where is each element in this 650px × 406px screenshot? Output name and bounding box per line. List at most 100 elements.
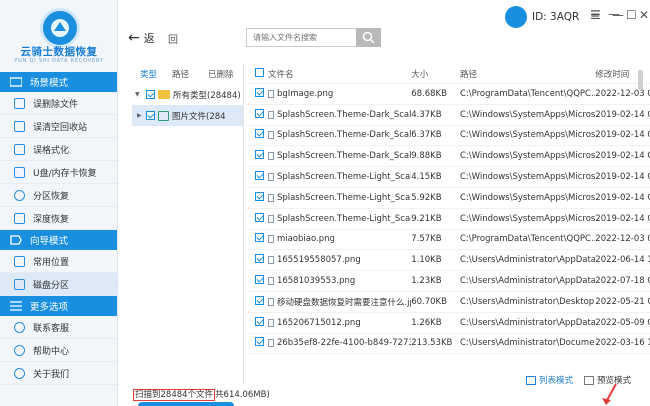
forward-button[interactable]: 回: [168, 31, 178, 46]
table-row[interactable]: SplashScreen.Theme-Light_Scale-1...9.21K…: [246, 209, 650, 230]
search-button[interactable]: [356, 28, 381, 47]
file-table: 文件名 大小 路径 修改时间 bgImage.png 68.68KB C:\Prog…: [246, 64, 650, 358]
file-name: bgImage.png: [276, 88, 334, 99]
table-row[interactable]: SplashScreen.Theme-Light_Scale-1...5.92K…: [246, 188, 650, 209]
row-checkbox[interactable]: [255, 337, 264, 347]
sidebar-item-disk-partition[interactable]: 磁盘分区: [0, 273, 117, 296]
folder-icon: [158, 90, 170, 99]
file-size: 4.37KB: [411, 109, 442, 120]
section-wizard-mode: 向导模式: [0, 230, 117, 250]
table-row[interactable]: SplashScreen.Theme-Dark_Scale-1...6.37KB…: [246, 126, 650, 147]
row-checkbox[interactable]: [255, 233, 264, 243]
file-size: 5.92KB: [411, 192, 442, 203]
arrow-left-icon: ←: [128, 30, 140, 46]
usb-icon: [14, 166, 25, 178]
file-path: C:\Users\Administrator\AppData...: [459, 255, 596, 266]
table-row[interactable]: [246, 354, 650, 358]
user-id: ID: 3AQR: [532, 11, 580, 23]
row-checkbox[interactable]: [255, 254, 264, 264]
tab-path[interactable]: 路径: [166, 68, 202, 80]
red-arrow-annotation: [602, 384, 617, 405]
sidebar-item-contact-support[interactable]: 联系客服: [0, 316, 117, 339]
file-date: 2019-02-14 C: [595, 213, 650, 224]
checkbox[interactable]: [146, 90, 155, 99]
expand-icon[interactable]: ▶: [135, 112, 143, 119]
search-icon: [362, 31, 375, 44]
column-name[interactable]: 文件名: [268, 68, 411, 80]
column-path[interactable]: 路径: [460, 68, 595, 80]
row-checkbox[interactable]: [255, 87, 264, 97]
row-checkbox[interactable]: [255, 108, 264, 118]
row-checkbox[interactable]: [255, 295, 264, 305]
file-size: 7.57KB: [411, 234, 442, 245]
file-name: SplashScreen.Theme-Light_Scale-1...: [276, 192, 411, 203]
table-row[interactable]: bgImage.png 68.68KB C:\ProgramData\Tencent…: [246, 84, 650, 105]
file-date: 2019-02-14 C: [595, 172, 650, 183]
file-date: 2022-06-14 1: [595, 255, 650, 266]
file-size: 9.21KB: [411, 213, 442, 224]
row-checkbox[interactable]: [255, 129, 264, 139]
file-name: 26b35ef8-22fe-4100-b849-7273d5...: [276, 338, 412, 349]
sidebar-item-common-location[interactable]: 常用位置: [0, 250, 117, 273]
table-row[interactable]: 165206715012.png 1.26KB C:\Users\Administr…: [246, 313, 650, 334]
user-avatar[interactable]: [505, 6, 527, 28]
file-date: 2022-05-09 C: [595, 317, 650, 328]
close-icon[interactable]: ✕: [639, 8, 649, 22]
tab-deleted[interactable]: 已删除: [202, 68, 242, 80]
tree-node-images[interactable]: ▶ 图片文件(284: [132, 105, 243, 126]
table-header: 文件名 大小 路径 修改时间: [246, 64, 650, 84]
table-row[interactable]: SplashScreen.Theme-Light_Scale-1...4.15K…: [246, 167, 650, 188]
table-row[interactable]: 移动硬盘数据恢复时需要注意什么.jpg 60.70KB C:\Users\Admin…: [246, 292, 650, 313]
file-size: 6.37KB: [411, 130, 442, 141]
sidebar-item-format[interactable]: 误格式化: [0, 138, 117, 161]
row-checkbox[interactable]: [255, 150, 264, 160]
sidebar: 云骑士数据恢复 YUN QI SHI DATA RECOVERY 场景模式 误删…: [0, 0, 118, 406]
tree-node-all-types[interactable]: ▼ 所有类型(28484): [132, 84, 243, 105]
sidebar-item-about-us[interactable]: 关于我们: [0, 362, 117, 385]
table-row[interactable]: 26b35ef8-22fe-4100-b849-7273d5...213.53K…: [246, 334, 650, 355]
scan-status: 扫描到28484个文件 共614.06MB): [133, 388, 270, 401]
row-checkbox[interactable]: [255, 275, 264, 285]
sidebar-item-deleted-files[interactable]: 误删除文件: [0, 92, 117, 115]
file-name: 移动硬盘数据恢复时需要注意什么.jpg: [276, 297, 412, 308]
table-row[interactable]: 16581039553.png 1.23KB C:\Users\Administra…: [246, 271, 650, 292]
table-row[interactable]: SplashScreen.Theme-Dark_Scale-1...9.88KB…: [246, 146, 650, 168]
sidebar-item-help-center[interactable]: 帮助中心: [0, 339, 117, 362]
row-checkbox[interactable]: [255, 316, 264, 326]
maximize-icon[interactable]: ☐: [626, 8, 637, 22]
scrollbar[interactable]: [638, 70, 643, 90]
row-checkbox[interactable]: [255, 171, 264, 181]
section-scene-mode: 场景模式: [0, 72, 117, 92]
sidebar-item-recycle-bin[interactable]: 误清空回收站: [0, 115, 117, 138]
image-file-icon: [267, 152, 274, 161]
sidebar-item-partition-recovery[interactable]: 分区恢复: [0, 184, 117, 207]
checkbox[interactable]: [146, 111, 155, 120]
scene-icon: [9, 77, 23, 87]
table-row[interactable]: 165519558057.png 1.10KB C:\Users\Administr…: [246, 250, 650, 272]
row-checkbox[interactable]: [255, 212, 264, 222]
sidebar-item-usb-card[interactable]: U盘/内存卡恢复: [0, 161, 117, 184]
info-icon: [14, 367, 25, 379]
toolbar: ← 返 回 ID: 3AQR ☰ —: [118, 0, 650, 62]
back-button[interactable]: ← 返: [128, 30, 155, 46]
file-size: 4.15KB: [411, 172, 442, 183]
section-more-options: 更多选项: [0, 296, 117, 316]
file-name: miaobiao.png: [276, 234, 335, 245]
image-file-icon: [267, 256, 274, 265]
tab-type[interactable]: 类型: [132, 68, 166, 80]
file-name: SplashScreen.Theme-Light_Scale-1...: [276, 213, 411, 224]
expand-icon[interactable]: ▼: [135, 91, 143, 98]
minimize-icon[interactable]: —: [608, 7, 620, 21]
file-date: 2022-03-16 1: [595, 338, 650, 349]
file-name: 165206715012.png: [276, 317, 361, 328]
select-all-checkbox[interactable]: [255, 67, 264, 77]
sidebar-item-deep-recovery[interactable]: 深度恢复: [0, 207, 117, 230]
table-row[interactable]: SplashScreen.Theme-Dark_Scale-1...4.37KB…: [246, 105, 650, 126]
image-file-icon: [267, 131, 274, 140]
list-view-button[interactable]: 列表模式: [526, 374, 573, 386]
row-checkbox[interactable]: [255, 191, 264, 201]
table-row[interactable]: miaobiao.png 7.57KB C:\ProgramData\Tencent…: [246, 230, 650, 251]
recover-button[interactable]: [138, 402, 234, 406]
column-size[interactable]: 大小: [411, 68, 460, 80]
window-menu-icon[interactable]: ≡: [590, 9, 600, 23]
